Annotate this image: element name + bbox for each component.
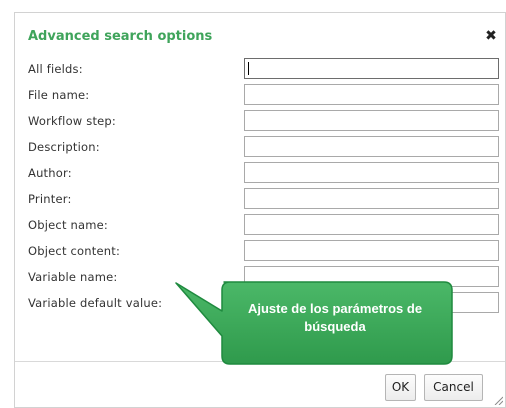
variable-name-label: Variable name: xyxy=(28,270,118,284)
author-input[interactable] xyxy=(244,162,499,183)
callout-text: Ajuste de los parámetros de búsqueda xyxy=(247,301,423,334)
variable-default-value-label: Variable default value: xyxy=(28,296,163,310)
dialog-title: Advanced search options xyxy=(28,29,213,44)
printer-input[interactable] xyxy=(244,188,499,209)
workflow-step-label: Workflow step: xyxy=(28,114,117,128)
workflow-step-input[interactable] xyxy=(244,110,499,131)
field-row-workflow-step: Workflow step: xyxy=(15,110,505,134)
dialog-titlebar[interactable]: Advanced search options ✖ xyxy=(15,13,505,59)
field-row-file-name: File name: xyxy=(15,84,505,108)
object-name-label: Object name: xyxy=(28,218,108,232)
object-content-input[interactable] xyxy=(244,240,499,261)
text-caret xyxy=(248,62,249,75)
field-row-printer: Printer: xyxy=(15,188,505,212)
close-icon[interactable]: ✖ xyxy=(483,27,499,45)
object-name-input[interactable] xyxy=(244,214,499,235)
resize-grip-icon[interactable] xyxy=(493,395,503,405)
variable-name-input[interactable] xyxy=(244,266,499,287)
printer-label: Printer: xyxy=(28,192,72,206)
author-label: Author: xyxy=(28,166,72,180)
advanced-search-dialog: Advanced search options ✖ All fields: Fi… xyxy=(14,12,506,408)
footer-divider xyxy=(15,361,505,362)
file-name-label: File name: xyxy=(28,88,90,102)
file-name-input[interactable] xyxy=(244,84,499,105)
field-row-variable-name: Variable name: xyxy=(15,266,505,290)
all-fields-input[interactable] xyxy=(244,58,499,79)
description-label: Description: xyxy=(28,140,100,154)
field-row-object-content: Object content: xyxy=(15,240,505,264)
field-row-description: Description: xyxy=(15,136,505,160)
object-content-label: Object content: xyxy=(28,244,121,258)
description-input[interactable] xyxy=(244,136,499,157)
ok-button[interactable]: OK xyxy=(385,374,416,401)
cancel-button[interactable]: Cancel xyxy=(424,374,483,401)
field-row-object-name: Object name: xyxy=(15,214,505,238)
field-row-all-fields: All fields: xyxy=(15,58,505,82)
field-row-author: Author: xyxy=(15,162,505,186)
all-fields-label: All fields: xyxy=(28,62,83,76)
